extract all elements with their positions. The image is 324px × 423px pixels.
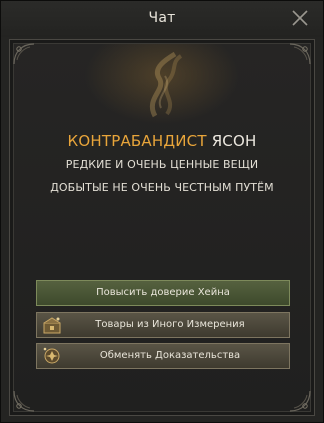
chest-icon [43,317,61,334]
close-button[interactable] [291,9,309,27]
smoke-decoration-icon [150,51,183,118]
window-title: Чат [148,10,176,26]
npc-description-line1: РЕДКИЕ И ОЧЕНЬ ЦЕННЫЕ ВЕЩИ [65,158,259,171]
npc-name: ЯСОН [211,132,257,150]
chat-window: Чат КОНТРАБАНДИСТ ЯСОН РЕДКИЕ И ОЧЕНЬ ЦЕ… [0,0,324,423]
corner-ornament-icon [13,390,35,412]
dialog-panel: КОНТРАБАНДИСТ ЯСОН РЕДКИЕ И ОЧЕНЬ ЦЕННЫЕ… [9,39,315,416]
exchange-evidence-button[interactable]: Обменять Доказательства [36,343,290,369]
title-bar: Чат [1,1,323,37]
close-icon [292,10,308,26]
other-dimension-goods-label: Товары из Иного Измерения [95,319,245,330]
corner-ornament-icon [13,43,35,65]
npc-description-line2: ДОБЫТЫЕ НЕ ОЧЕНЬ ЧЕСТНЫМ ПУТЁМ [50,181,274,194]
npc-role: КОНТРАБАНДИСТ [67,132,207,150]
raise-trust-button[interactable]: Повысить доверие Хейна [36,280,290,306]
corner-ornament-icon [289,43,311,65]
corner-ornament-icon [289,390,311,412]
raise-trust-label: Повысить доверие Хейна [96,287,230,298]
npc-heading: КОНТРАБАНДИСТ ЯСОН [10,132,314,150]
emblem-icon [43,347,60,364]
exchange-evidence-label: Обменять Доказательства [99,350,241,361]
other-dimension-goods-button[interactable]: Товары из Иного Измерения [36,312,290,338]
